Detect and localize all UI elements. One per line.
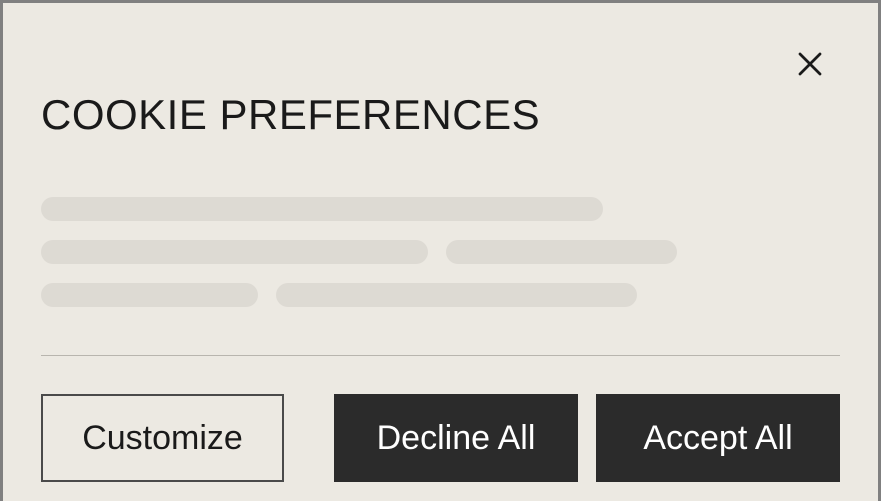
skeleton-line (41, 197, 603, 221)
skeleton-line (276, 283, 637, 307)
skeleton-line (41, 283, 258, 307)
skeleton-line (446, 240, 677, 264)
divider (41, 355, 840, 356)
cookie-preferences-modal: COOKIE PREFERENCES Customize Decline All… (3, 3, 878, 501)
decline-all-button[interactable]: Decline All (334, 394, 578, 482)
close-button[interactable] (790, 45, 830, 85)
accept-all-button[interactable]: Accept All (596, 394, 840, 482)
customize-button[interactable]: Customize (41, 394, 284, 482)
close-icon (795, 49, 825, 82)
button-row: Customize Decline All Accept All (41, 394, 840, 482)
modal-title: COOKIE PREFERENCES (41, 91, 840, 139)
skeleton-line (41, 240, 428, 264)
content-placeholder (41, 197, 840, 307)
